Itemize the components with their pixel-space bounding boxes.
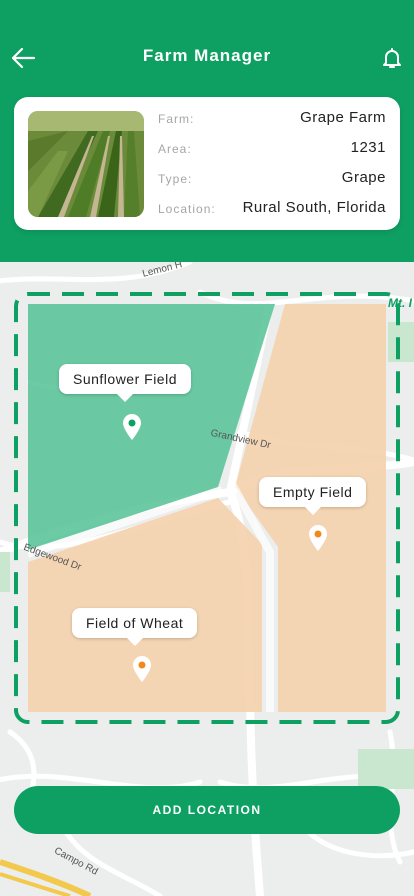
empty-field-label[interactable]: Empty Field (259, 477, 367, 515)
farm-value: Grape Farm (300, 109, 386, 126)
farm-photo (28, 111, 144, 217)
add-location-button[interactable]: ADD LOCATION (14, 786, 400, 834)
location-label: Location: (158, 202, 216, 216)
location-row: Location: Rural South, Florida (158, 199, 386, 221)
page-title: Farm Manager (142, 46, 272, 65)
type-row: Type: Grape (158, 169, 386, 191)
notifications-button[interactable] (380, 46, 404, 70)
map-pin-icon[interactable] (131, 655, 153, 683)
area-value: 1231 (350, 139, 386, 156)
app-header: Farm Manager Farm: Grape Farm Area: 1231… (0, 0, 414, 262)
place-label-mt: Mt. I (388, 296, 412, 310)
type-value: Grape (341, 169, 386, 186)
bell-icon (383, 48, 401, 68)
farm-info-card: Farm: Grape Farm Area: 1231 Type: Grape … (14, 97, 400, 230)
location-value: Rural South, Florida (242, 199, 386, 216)
sunflower-field-label[interactable]: Sunflower Field (59, 364, 191, 402)
wheat-field-label[interactable]: Field of Wheat (72, 608, 198, 646)
type-label: Type: (158, 172, 193, 186)
map-pin-icon[interactable] (121, 413, 143, 441)
farm-row: Farm: Grape Farm (158, 109, 386, 131)
farm-label: Farm: (158, 112, 195, 126)
area-label: Area: (158, 142, 192, 156)
area-row: Area: 1231 (158, 139, 386, 161)
map-pin-icon[interactable] (307, 524, 329, 552)
